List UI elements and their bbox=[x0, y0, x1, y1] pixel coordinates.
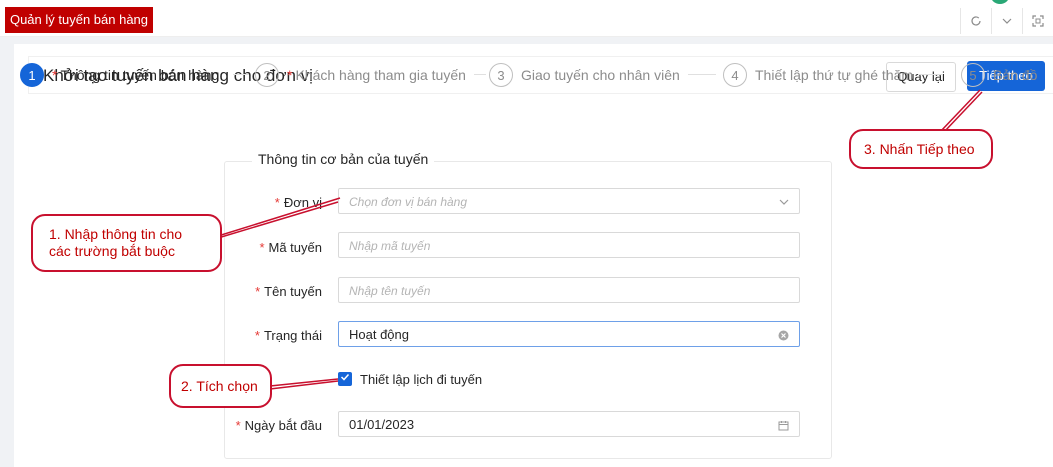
fieldset-legend: Thông tin cơ bản của tuyến bbox=[252, 151, 435, 167]
annotation-required-fields: 1. Nhập thông tin cho các trường bắt buộ… bbox=[31, 214, 222, 272]
step-number: 3 bbox=[489, 63, 513, 87]
annotation-text: các trường bắt buộc bbox=[49, 243, 175, 259]
step-label: Khách hàng tham gia tuyến bbox=[295, 67, 466, 83]
lich-di-tuyen-checkbox[interactable] bbox=[338, 372, 352, 386]
ngay-bat-dau-input[interactable]: 01/01/2023 bbox=[338, 411, 800, 437]
step-connector bbox=[918, 74, 942, 75]
chevron-down-icon[interactable] bbox=[991, 8, 1022, 34]
don-vi-placeholder: Chọn đơn vị bán hàng bbox=[349, 195, 468, 209]
refresh-icon[interactable] bbox=[960, 8, 991, 34]
required-mark: * bbox=[235, 418, 241, 433]
step-5[interactable]: 5 Bản đồ bbox=[961, 62, 1037, 88]
step-number: 4 bbox=[723, 63, 747, 87]
ma-tuyen-placeholder: Nhập mã tuyến bbox=[349, 239, 431, 253]
annotation-next: 3. Nhấn Tiếp theo bbox=[849, 129, 993, 169]
step-connector bbox=[233, 74, 249, 75]
app-tab[interactable]: Quản lý tuyến bán hàng bbox=[5, 7, 153, 33]
annotation-text: 1. Nhập thông tin cho bbox=[49, 226, 183, 242]
ma-tuyen-input[interactable]: Nhập mã tuyến bbox=[338, 232, 800, 258]
label-text: Tên tuyến bbox=[264, 284, 322, 299]
chevron-down-icon bbox=[779, 189, 789, 215]
label-text: Trạng thái bbox=[263, 328, 322, 343]
step-label: Thông tin tuyến bán hàng bbox=[60, 67, 220, 83]
ten-tuyen-placeholder: Nhập tên tuyến bbox=[349, 284, 431, 298]
top-toolbar bbox=[960, 8, 1053, 34]
trang-thai-label: * Trạng thái bbox=[222, 328, 322, 343]
label-text: Đơn vị bbox=[283, 195, 322, 210]
step-label: Giao tuyến cho nhân viên bbox=[521, 67, 680, 83]
step-connector bbox=[688, 74, 716, 75]
ten-tuyen-label: * Tên tuyến bbox=[222, 284, 322, 299]
label-text: Mã tuyến bbox=[268, 240, 322, 255]
required-mark: * bbox=[52, 67, 58, 83]
label-text: Ngày bắt đầu bbox=[244, 418, 322, 433]
step-label: Bản đồ bbox=[993, 67, 1038, 83]
don-vi-select[interactable]: Chọn đơn vị bán hàng bbox=[338, 188, 800, 214]
ngay-bat-dau-label: * Ngày bắt đầu bbox=[222, 418, 322, 433]
step-4[interactable]: 4 Thiết lập thứ tự ghé thăm bbox=[723, 62, 913, 88]
clear-icon[interactable] bbox=[778, 322, 789, 348]
step-2[interactable]: 2 * Khách hàng tham gia tuyến bbox=[255, 62, 466, 88]
required-mark: * bbox=[287, 67, 293, 83]
step-number: 5 bbox=[961, 63, 985, 87]
required-mark: * bbox=[255, 284, 261, 299]
step-label: Thiết lập thứ tự ghé thăm bbox=[755, 67, 914, 83]
fullscreen-icon[interactable] bbox=[1022, 8, 1053, 34]
ma-tuyen-label: * Mã tuyến bbox=[222, 240, 322, 255]
avatar[interactable] bbox=[990, 0, 1010, 4]
annotation-tick: 2. Tích chọn bbox=[169, 364, 272, 408]
step-number: 2 bbox=[255, 63, 279, 87]
don-vi-label: * Đơn vị bbox=[222, 195, 322, 210]
top-bar: Quản lý tuyến bán hàng bbox=[0, 0, 1053, 37]
step-1[interactable]: 1 * Thông tin tuyến bán hàng bbox=[20, 62, 219, 88]
required-mark: * bbox=[254, 328, 260, 343]
ten-tuyen-input[interactable]: Nhập tên tuyến bbox=[338, 277, 800, 303]
trang-thai-select[interactable]: Hoạt động bbox=[338, 321, 800, 347]
step-number: 1 bbox=[20, 63, 44, 87]
step-3[interactable]: 3 Giao tuyến cho nhân viên bbox=[489, 62, 680, 88]
lich-di-tuyen-label: Thiết lập lịch đi tuyến bbox=[360, 371, 483, 387]
calendar-icon[interactable] bbox=[778, 412, 789, 438]
ngay-bat-dau-value: 01/01/2023 bbox=[349, 417, 415, 432]
required-mark: * bbox=[274, 195, 280, 210]
trang-thai-value: Hoạt động bbox=[349, 327, 409, 342]
lich-di-tuyen-row[interactable]: Thiết lập lịch đi tuyến bbox=[338, 371, 482, 387]
step-connector bbox=[474, 74, 486, 75]
required-mark: * bbox=[259, 240, 265, 255]
